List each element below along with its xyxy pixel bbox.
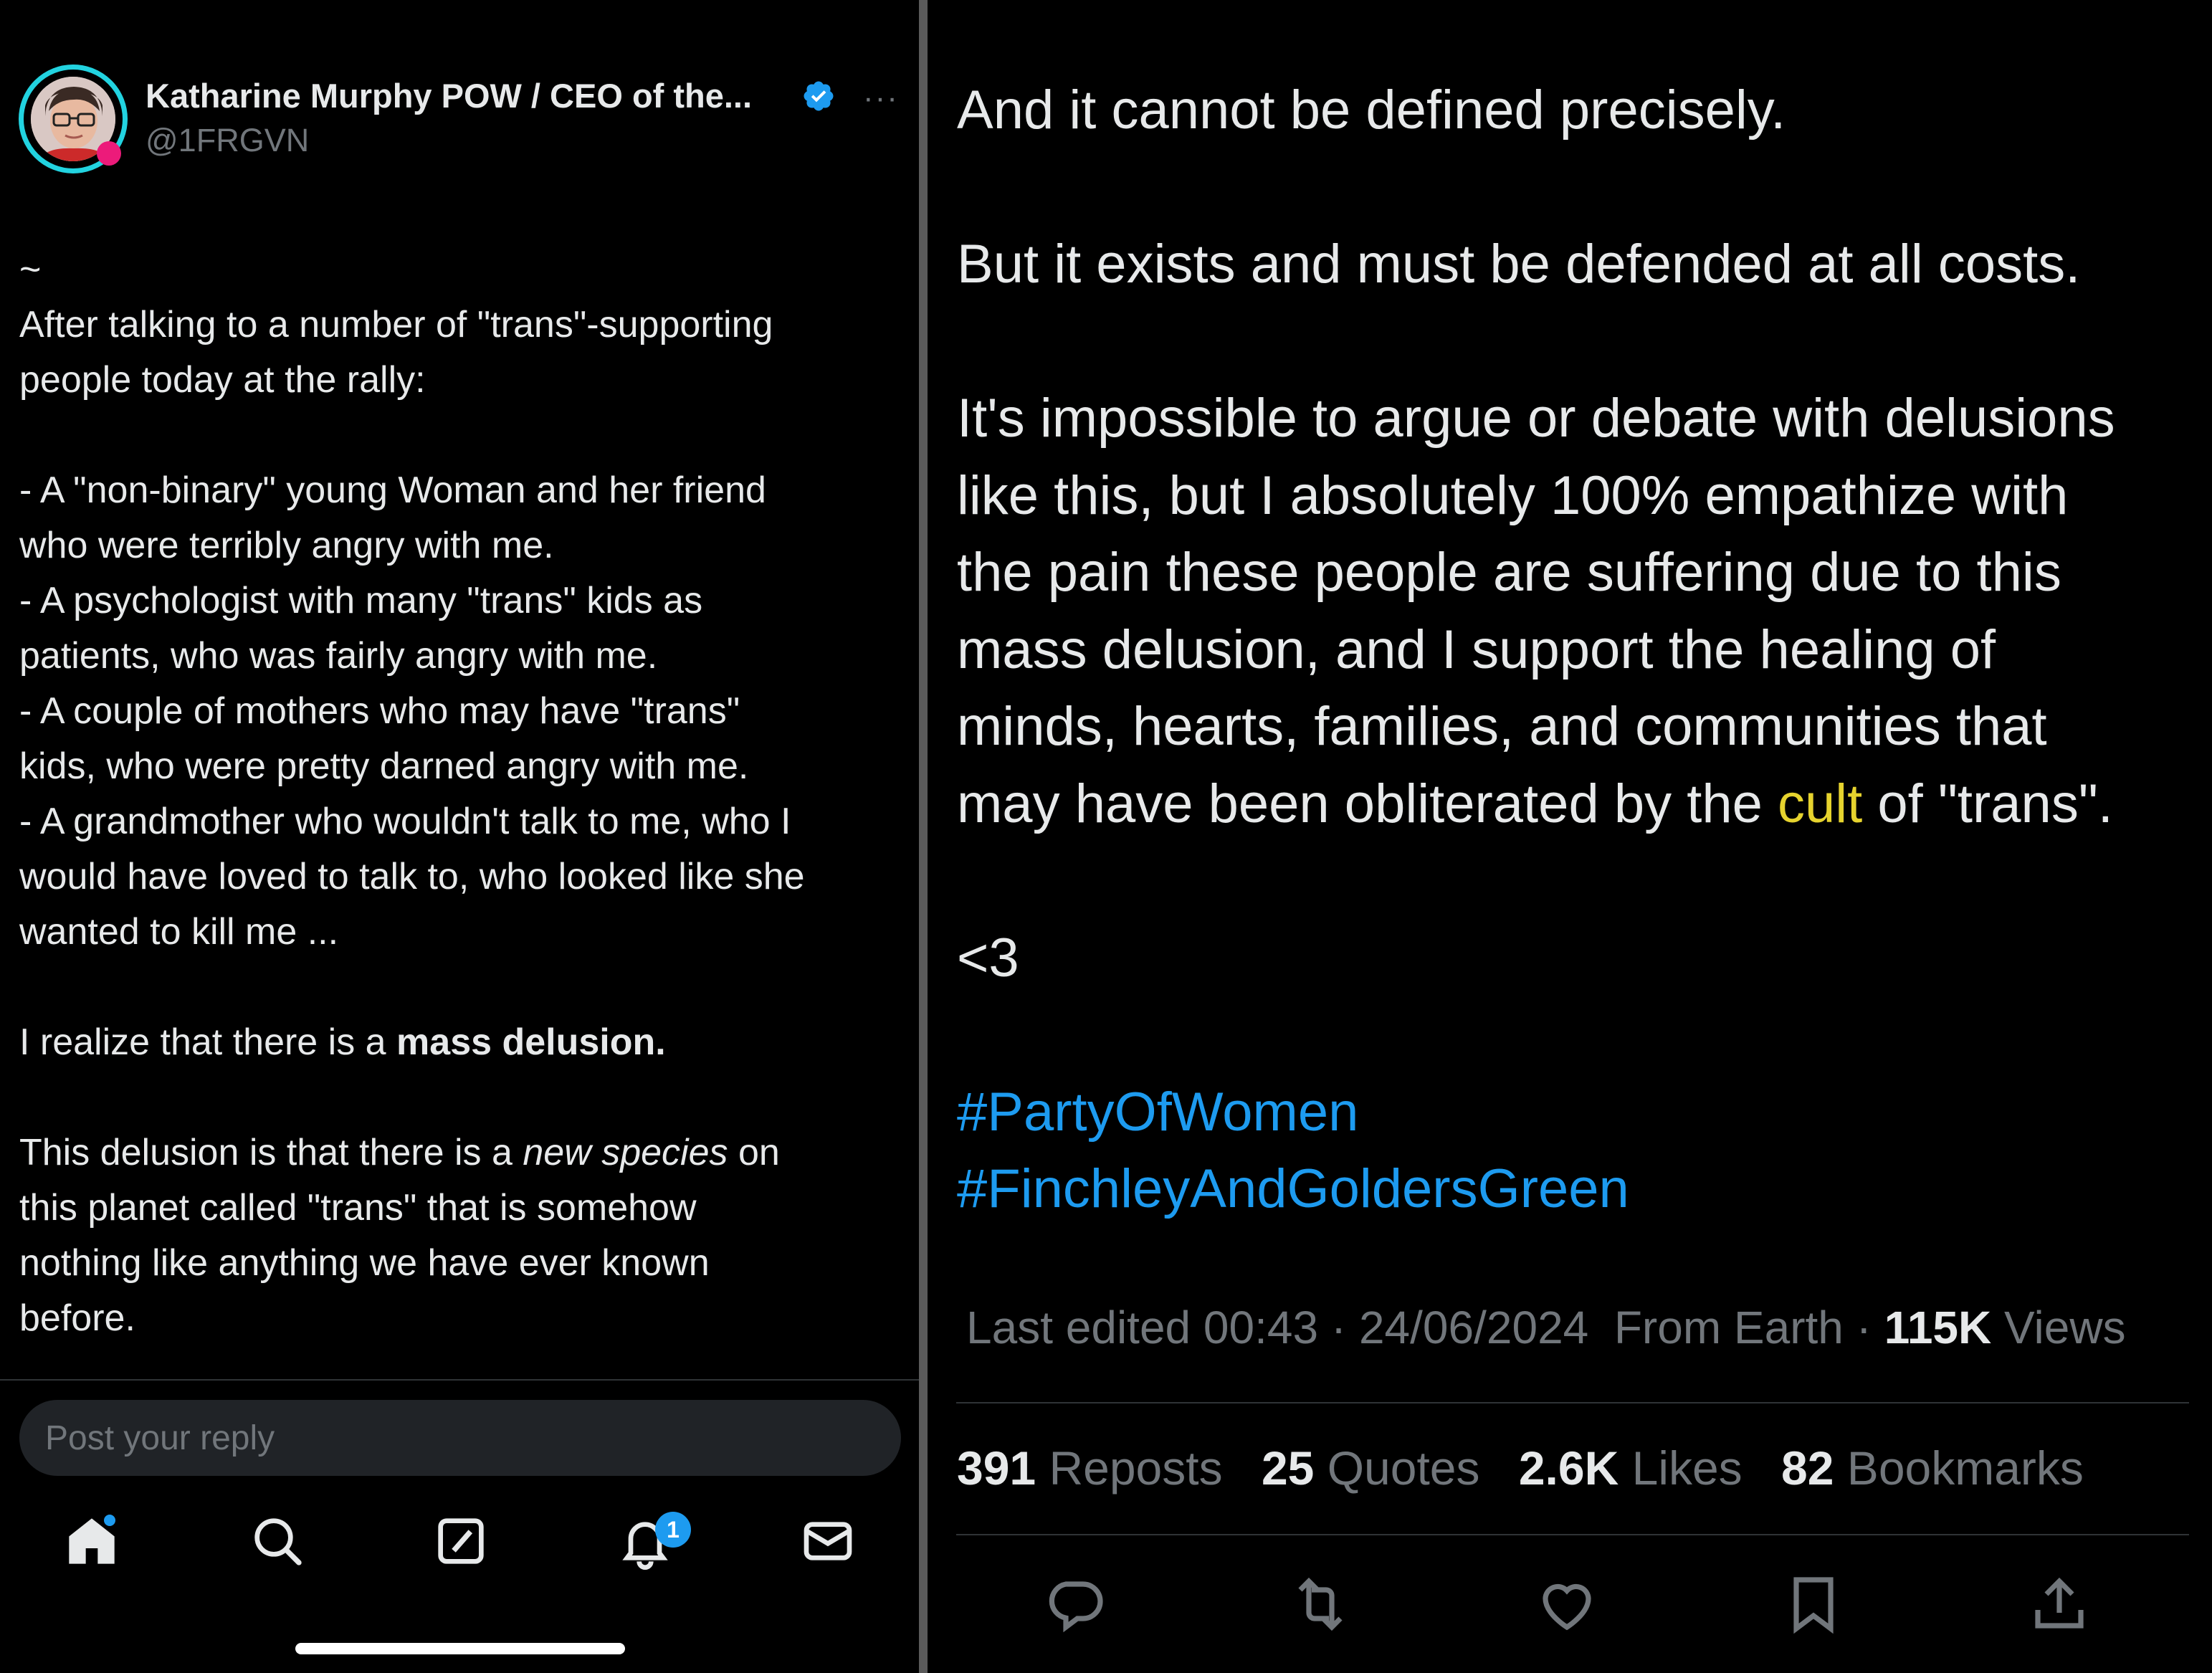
engagement-stats: 391 Reposts 25 Quotes 2.6K Likes 82 Book… xyxy=(957,1441,2109,1495)
messages-icon xyxy=(804,1522,852,1560)
post-p3: It's impossible to argue or debate with … xyxy=(957,388,2115,834)
notification-badge: 1 xyxy=(655,1512,691,1548)
post-text-left: ~ After talking to a number of "trans"-s… xyxy=(19,242,901,1346)
reposts-stat[interactable]: 391 Reposts xyxy=(957,1441,1223,1495)
bottom-tab-bar xyxy=(0,1512,919,1584)
search-icon xyxy=(254,1518,302,1565)
cult-highlight[interactable]: cult xyxy=(1778,773,1862,834)
post-list: - A "non-binary" young Woman and her fri… xyxy=(19,470,805,953)
likes-stat[interactable]: 2.6K Likes xyxy=(1519,1441,1743,1495)
share-button[interactable] xyxy=(2025,1570,2094,1639)
tab-home[interactable] xyxy=(63,1512,128,1584)
views-count: 115K xyxy=(1884,1302,1992,1353)
divider xyxy=(0,1379,919,1381)
bookmark-icon xyxy=(1793,1577,1834,1634)
home-indicator[interactable] xyxy=(295,1643,625,1654)
mass-delusion-bold: mass delusion. xyxy=(396,1021,666,1063)
post-tilde: ~ xyxy=(19,249,42,290)
post-intro: After talking to a number of "trans"-sup… xyxy=(19,304,773,401)
compose-icon xyxy=(438,1518,484,1564)
avatar-badge-icon xyxy=(97,141,121,166)
author-name[interactable]: Katharine Murphy POW / CEO of the... xyxy=(146,76,752,115)
post-delusion: This delusion is that there is a new spe… xyxy=(19,1132,780,1339)
left-panel: Katharine Murphy POW / CEO of the... @1F… xyxy=(0,0,919,1673)
post-source: From Earth xyxy=(1613,1302,1844,1353)
home-unread-dot xyxy=(104,1515,115,1526)
post-heart: <3 xyxy=(957,927,1019,988)
tab-compose[interactable] xyxy=(432,1512,497,1584)
post-text-right: And it cannot be defined precisely. But … xyxy=(957,72,2204,1228)
more-options-icon[interactable]: ··· xyxy=(863,80,899,116)
views-label: Views xyxy=(2004,1302,2126,1353)
avatar[interactable] xyxy=(19,65,128,173)
share-icon xyxy=(2035,1577,2084,1629)
hashtag-finchley[interactable]: #FinchleyAndGoldersGreen xyxy=(957,1150,2204,1228)
post-p2: But it exists and must be defended at al… xyxy=(957,234,2081,295)
like-icon xyxy=(1543,1583,1591,1631)
new-species-italic: new species xyxy=(523,1132,728,1173)
panel-divider xyxy=(919,0,928,1673)
bookmark-button[interactable] xyxy=(1779,1570,1848,1639)
reply-icon xyxy=(1049,1581,1103,1633)
tab-search[interactable] xyxy=(249,1512,313,1584)
verified-badge-icon xyxy=(804,81,834,111)
tab-messages[interactable] xyxy=(799,1512,864,1584)
divider xyxy=(956,1402,2189,1403)
screenshot: Katharine Murphy POW / CEO of the... @1F… xyxy=(0,0,2212,1673)
action-bar xyxy=(928,1570,2212,1641)
right-panel: And it cannot be defined precisely. But … xyxy=(928,0,2212,1673)
post-realize: I realize that there is a mass delusion. xyxy=(19,1021,666,1063)
like-button[interactable] xyxy=(1532,1570,1601,1639)
post-p1: And it cannot be defined precisely. xyxy=(957,80,1786,140)
reply-input[interactable]: Post your reply xyxy=(19,1400,901,1476)
repost-button[interactable] xyxy=(1286,1570,1355,1639)
quotes-stat[interactable]: 25 Quotes xyxy=(1262,1441,1480,1495)
hashtag-party-of-women[interactable]: #PartyOfWomen xyxy=(957,1074,2204,1151)
divider xyxy=(956,1534,2189,1535)
edited-timestamp[interactable]: Last edited 00:43 · 24/06/2024 xyxy=(966,1302,1588,1353)
author-handle[interactable]: @1FRGVN xyxy=(146,122,309,159)
bookmarks-stat[interactable]: 82 Bookmarks xyxy=(1781,1441,2084,1495)
repost-icon xyxy=(1298,1577,1343,1631)
reply-button[interactable] xyxy=(1040,1570,1109,1639)
post-metadata: Last edited 00:43 · 24/06/2024 From Eart… xyxy=(966,1302,2126,1353)
